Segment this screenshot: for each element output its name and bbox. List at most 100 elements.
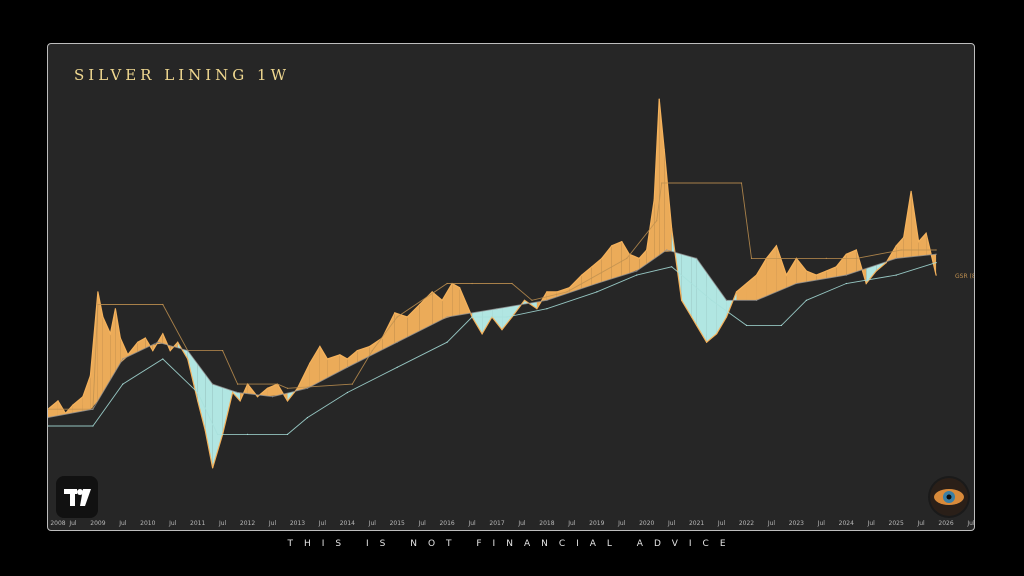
x-tick-label: 2020	[639, 520, 654, 527]
data-point	[745, 324, 748, 326]
data-point	[217, 433, 219, 435]
series-line-1	[48, 182, 937, 410]
data-point	[501, 329, 503, 331]
x-tick-label: Jul	[268, 520, 277, 527]
disclaimer-footer: THIS IS NOT FINANCIAL ADVICE	[287, 539, 737, 549]
data-point	[351, 383, 353, 385]
chart-title: SILVER LINING 1W	[74, 66, 290, 84]
data-point	[795, 282, 798, 285]
ratio-fill-segment	[776, 245, 787, 292]
tradingview-logo-icon[interactable]	[56, 476, 98, 518]
data-point	[506, 316, 508, 318]
data-point	[780, 324, 783, 326]
data-point	[696, 257, 698, 259]
data-point	[745, 282, 748, 285]
data-point	[671, 228, 673, 230]
data-point	[935, 249, 937, 251]
ratio-fill-segment	[766, 245, 777, 297]
x-tick-label: Jul	[368, 520, 377, 527]
data-point	[276, 383, 279, 385]
data-point	[204, 429, 206, 431]
data-point	[523, 299, 526, 301]
data-point	[925, 232, 927, 234]
data-point	[102, 316, 104, 318]
data-point	[114, 308, 116, 310]
data-point	[237, 383, 239, 385]
ratio-fill-segment	[97, 291, 103, 401]
x-tick-label: Jul	[318, 520, 327, 527]
x-tick-label: 2011	[190, 520, 205, 527]
data-point	[735, 291, 738, 293]
x-tick-label: Jul	[168, 520, 177, 527]
x-tick-label: 2012	[240, 520, 255, 527]
data-point	[755, 274, 758, 276]
data-point	[496, 308, 498, 310]
data-point	[239, 400, 241, 402]
data-point	[696, 324, 698, 326]
chart-panel: GSR (8 2008 Jul 2009 Jul 2010 Jul 2011 Jul 2012 Ju…	[47, 43, 975, 531]
x-tick-label: 2009	[90, 520, 105, 527]
ratio-fill-segment	[556, 287, 570, 297]
x-tick-label: 2013	[290, 520, 305, 527]
ratio-fill-segment	[796, 258, 807, 284]
ratio-fill-segment	[691, 256, 697, 326]
data-point	[197, 400, 199, 402]
data-point	[286, 400, 289, 402]
data-point	[459, 287, 461, 289]
data-point	[815, 274, 817, 276]
ratio-fill-segment	[756, 258, 767, 301]
x-tick-label: Jul	[966, 520, 975, 527]
data-point	[119, 337, 121, 339]
data-point	[339, 354, 341, 356]
data-point	[546, 291, 548, 293]
x-tick-label: 2014	[340, 520, 355, 527]
data-point	[356, 350, 358, 352]
data-point	[396, 366, 398, 368]
data-point	[57, 400, 59, 402]
data-point	[162, 303, 164, 306]
data-point	[596, 282, 598, 285]
data-point	[177, 341, 179, 343]
x-tick-label: Jul	[418, 520, 427, 527]
data-point	[855, 249, 857, 251]
data-point	[706, 341, 708, 343]
data-point	[109, 333, 111, 335]
ratio-fill-segment	[72, 396, 83, 413]
data-point	[903, 236, 905, 238]
data-point	[725, 299, 728, 301]
data-point	[369, 345, 371, 347]
data-point	[122, 383, 124, 385]
data-point	[638, 257, 640, 259]
data-point	[663, 148, 665, 150]
data-point	[546, 308, 548, 310]
data-point	[144, 337, 146, 339]
data-point	[511, 316, 513, 318]
data-point	[212, 467, 214, 469]
x-tick-label: 2021	[689, 520, 704, 527]
x-tick-label: 2008	[50, 520, 65, 527]
data-point	[441, 299, 443, 301]
data-point	[935, 262, 937, 264]
data-point	[511, 282, 513, 285]
data-point	[740, 182, 743, 184]
x-tick-label: Jul	[467, 520, 476, 527]
data-point	[419, 303, 421, 306]
data-point	[895, 257, 897, 259]
data-point	[875, 270, 877, 272]
eye-badge-icon	[928, 476, 970, 518]
data-point	[910, 190, 912, 192]
data-point	[835, 266, 837, 268]
x-tick-label: Jul	[118, 520, 127, 527]
data-point	[636, 274, 638, 276]
x-tick-label: Jul	[767, 520, 776, 527]
data-point	[446, 341, 448, 343]
data-point	[596, 291, 598, 293]
data-point	[785, 274, 788, 276]
data-point	[611, 245, 613, 247]
data-point	[346, 391, 348, 394]
chart-canvas: GSR (82008 Jul 2009 Jul 2010 Jul 2011 Jul 2012 Ju…	[48, 98, 975, 527]
data-point	[805, 299, 808, 301]
ratio-fill-segment	[115, 308, 121, 372]
data-point	[725, 316, 728, 318]
data-point	[825, 257, 827, 259]
